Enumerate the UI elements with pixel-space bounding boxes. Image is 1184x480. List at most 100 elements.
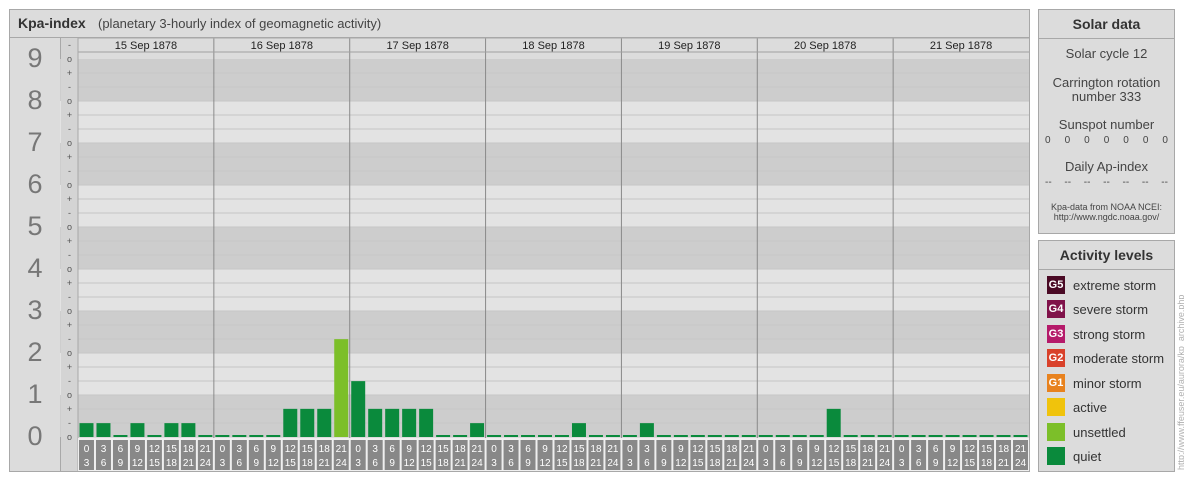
kp-bar <box>877 435 892 437</box>
subtick-label: + <box>67 404 72 414</box>
activity-levels-panel: Activity levels G5 extreme storm G4 seve… <box>1038 240 1175 472</box>
hour-label-start: 12 <box>692 444 704 455</box>
hour-label-start: 3 <box>508 444 514 455</box>
level-label: extreme storm <box>1073 277 1157 293</box>
kp-bar <box>266 435 281 437</box>
hour-label-end: 21 <box>455 458 467 469</box>
solar-data-panel: Solar data Solar cycle 12 Carrington rot… <box>1038 9 1175 234</box>
hour-label-end: 6 <box>916 458 922 469</box>
kp-bar <box>792 435 807 437</box>
hour-label-end: 9 <box>389 458 395 469</box>
hour-label-start: 0 <box>763 444 769 455</box>
day-label: 21 Sep 1878 <box>930 40 992 52</box>
level-label: moderate storm <box>1073 350 1165 366</box>
hour-label-end: 6 <box>101 458 107 469</box>
hour-label-start: 6 <box>661 444 667 455</box>
hour-label-start: 18 <box>862 444 874 455</box>
hour-label-end: 15 <box>556 458 568 469</box>
kp-bar-chart: 15 Sep 1878 16 Sep 1878 17 Sep 1878 18 Sep … <box>60 37 1029 471</box>
hour-label-start: 3 <box>916 444 922 455</box>
hour-label-start: 6 <box>118 444 124 455</box>
subtick-label: + <box>67 278 72 288</box>
hour-label-start: 9 <box>542 444 548 455</box>
hour-label-end: 9 <box>797 458 803 469</box>
hour-label-end: 12 <box>811 458 823 469</box>
subtick-label: o <box>67 96 72 106</box>
kp-bar <box>283 408 298 437</box>
kp-bar <box>673 435 688 437</box>
day-label: 16 Sep 1878 <box>251 40 313 52</box>
hour-label-end: 15 <box>692 458 704 469</box>
kp-bar <box>758 435 773 437</box>
hour-label-end: 24 <box>200 458 212 469</box>
hour-label-start: 6 <box>254 444 260 455</box>
level-moderate-storm: G2 moderate storm <box>1047 349 1164 367</box>
kp-bar <box>504 435 519 437</box>
subtick-label: - <box>68 82 71 92</box>
hour-label-start: 15 <box>166 444 178 455</box>
hour-label-end: 18 <box>845 458 857 469</box>
subtick-label: o <box>67 138 72 148</box>
hour-label-end: 3 <box>763 458 769 469</box>
ap-value: -- <box>1083 177 1091 188</box>
hour-label-end: 9 <box>525 458 531 469</box>
kp-bar <box>622 435 637 437</box>
hour-label-start: 18 <box>455 444 467 455</box>
hour-label-end: 12 <box>268 458 280 469</box>
kp-bar <box>588 435 603 437</box>
hour-label-start: 15 <box>709 444 721 455</box>
solar-cycle: Solar cycle 12 <box>1065 46 1148 61</box>
hour-label-start: 21 <box>743 444 755 455</box>
hour-label-start: 12 <box>421 444 433 455</box>
subtick-label: - <box>68 376 71 386</box>
hour-label-end: 12 <box>539 458 551 469</box>
hour-label-start: 0 <box>899 444 905 455</box>
hour-label-end: 3 <box>355 458 361 469</box>
hour-label-end: 9 <box>661 458 667 469</box>
hour-label-end: 24 <box>879 458 891 469</box>
kp-bar <box>96 423 111 437</box>
kp-band <box>60 59 1029 101</box>
ap-index-values: -- -- -- -- -- -- -- <box>1039 177 1174 188</box>
kp-bar <box>215 435 230 437</box>
activity-levels-title: Activity levels <box>1039 241 1174 270</box>
kp-band <box>60 143 1029 185</box>
kp-bar <box>962 435 977 437</box>
kp-bar <box>911 435 926 437</box>
hour-label-start: 9 <box>950 444 956 455</box>
hour-label-end: 6 <box>780 458 786 469</box>
carrington-line-1: Carrington rotation <box>1052 75 1161 90</box>
kp-bar <box>555 435 569 437</box>
subtick-label: - <box>68 418 71 428</box>
g3-swatch: G3 <box>1047 325 1065 343</box>
hour-label-end: 3 <box>84 458 90 469</box>
hour-label-start: 21 <box>336 444 348 455</box>
hour-label-start: 15 <box>845 444 857 455</box>
kp-bar <box>147 435 162 437</box>
kp-bar <box>639 423 654 437</box>
hour-label-start: 15 <box>438 444 450 455</box>
kp-bar <box>656 435 671 437</box>
kp-bar <box>707 435 722 437</box>
hour-label-end: 6 <box>237 458 243 469</box>
kp-bar <box>79 423 94 437</box>
kp-bar <box>317 408 332 437</box>
ap-value: -- <box>1141 177 1149 188</box>
hour-label-start: 6 <box>525 444 531 455</box>
day-label: 19 Sep 1878 <box>658 40 720 52</box>
hour-label-end: 18 <box>438 458 450 469</box>
kp-bar <box>164 423 179 437</box>
hour-label-end: 6 <box>508 458 514 469</box>
kp-bar <box>470 423 485 437</box>
subtick-label: + <box>67 68 72 78</box>
hour-label-start: 0 <box>355 444 361 455</box>
hour-label-end: 15 <box>285 458 297 469</box>
data-source-link[interactable]: http://www.ngdc.noaa.gov/ <box>1039 212 1174 222</box>
hour-label-start: 21 <box>200 444 212 455</box>
hour-label-end: 24 <box>607 458 619 469</box>
level-label: strong storm <box>1073 326 1146 342</box>
level-extreme-storm: G5 extreme storm <box>1047 276 1156 294</box>
subtick-label: o <box>67 264 72 274</box>
level-label: unsettled <box>1073 424 1126 440</box>
subtick-label: o <box>67 348 72 358</box>
